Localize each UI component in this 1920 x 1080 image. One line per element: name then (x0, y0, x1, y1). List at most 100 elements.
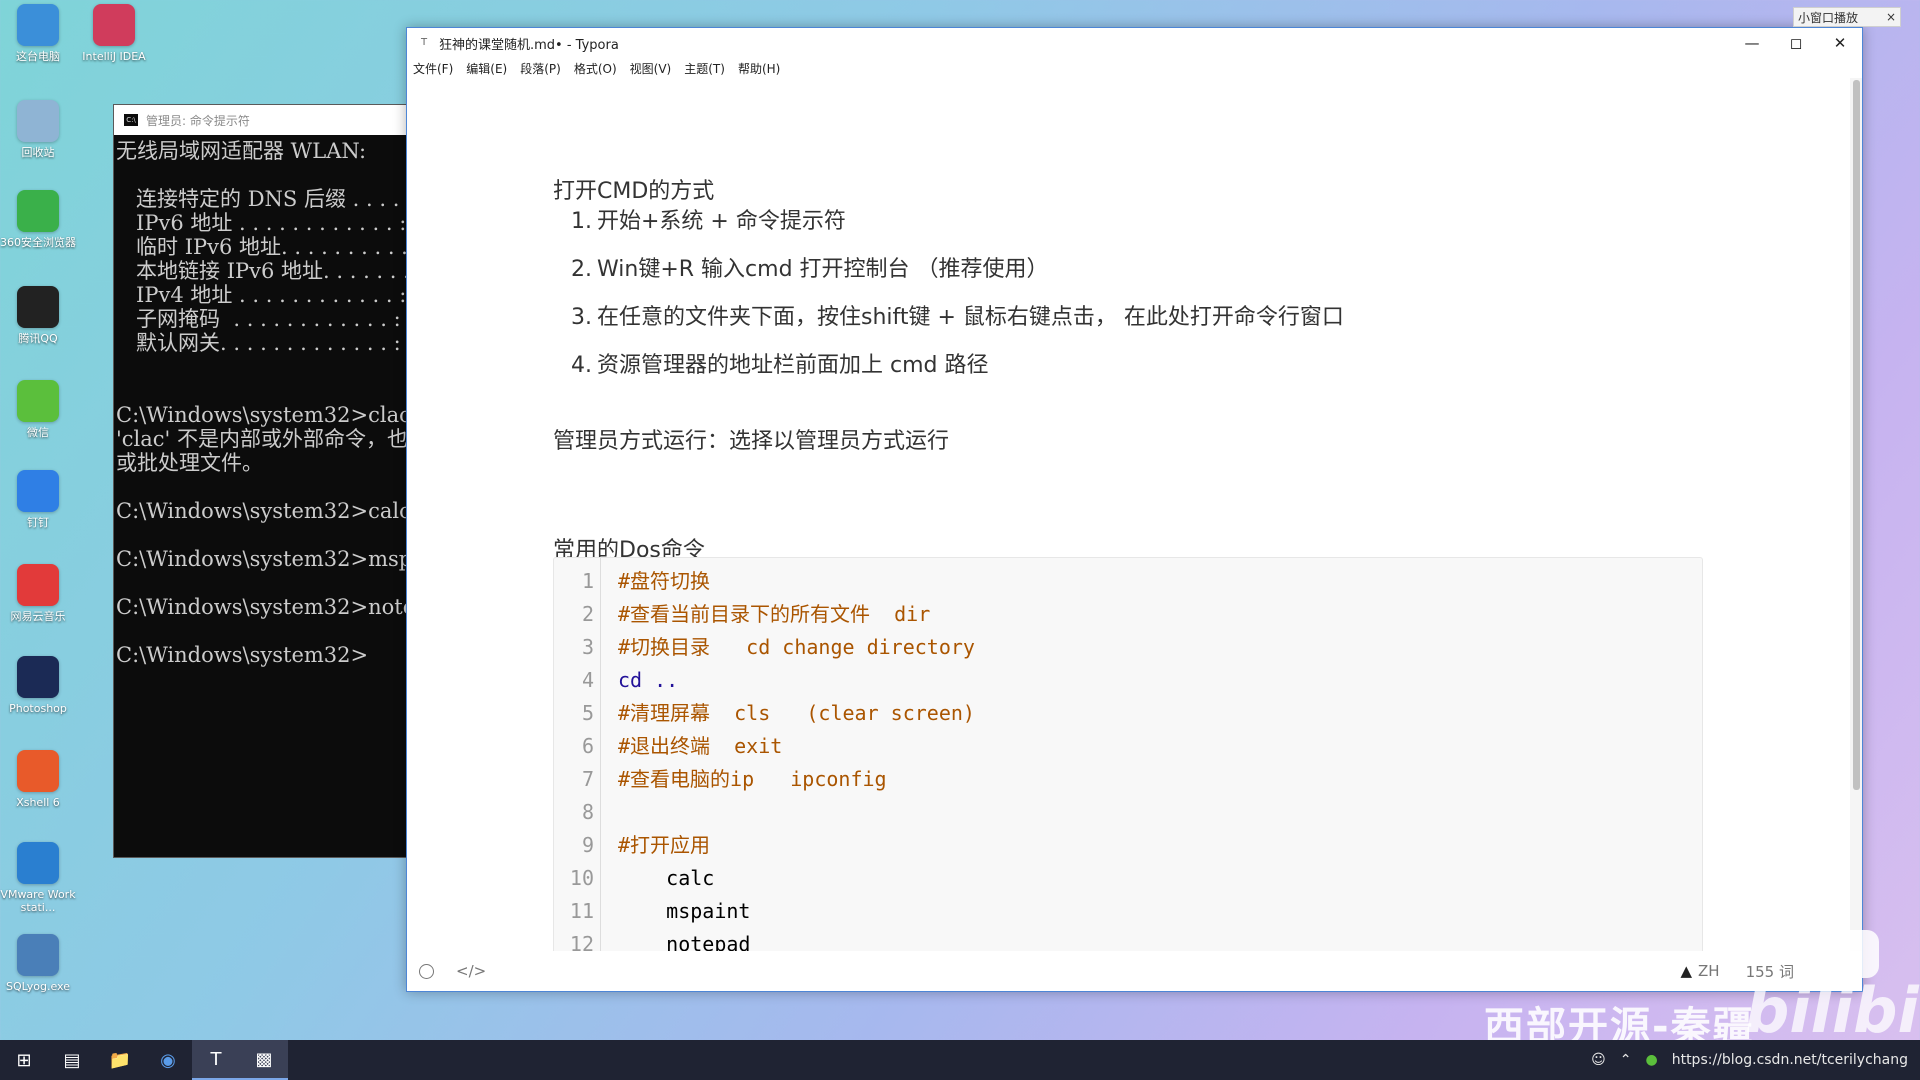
typora-app-icon: T (420, 37, 428, 48)
file-explorer-icon[interactable]: 📁 (96, 1040, 144, 1080)
code-text: #打开应用 (618, 833, 711, 857)
cmd-output[interactable]: 无线局域网适配器 WLAN: 连接特定的 DNS 后缀 . . . . . . … (114, 135, 414, 667)
cmd-line: C:\Windows\system32> (116, 643, 369, 667)
cmd-line: C:\Windows\system32>calc (116, 499, 411, 523)
code-text: #查看当前目录下的所有文件 dir (618, 602, 931, 626)
source-code-mode-icon[interactable]: </> (456, 962, 486, 980)
maximize-button[interactable]: ◻ (1774, 28, 1818, 58)
cmd-line: 默认网关. . . . . . . . . . . . . : (116, 331, 401, 355)
list-number: 1. (571, 209, 592, 234)
mini-window-close-icon[interactable]: × (1886, 10, 1896, 24)
line-number: 8 (581, 800, 594, 824)
typora-window[interactable]: T 狂神的课堂随机.md• - Typora — ◻ ✕ 文件(F) 编辑(E) 段… (406, 27, 1863, 992)
cmd-line: C:\Windows\system32>notepad (116, 595, 414, 619)
code-text: #退出终端 exit (618, 734, 783, 758)
browser-icon[interactable]: ◉ (144, 1040, 192, 1080)
desktop-icon-10[interactable]: VMware Workstati... (0, 842, 76, 914)
line-number: 10 (569, 866, 594, 890)
menu-item-2[interactable]: 段落(P) (520, 60, 561, 77)
menu-item-6[interactable]: 帮助(H) (738, 60, 780, 77)
desktop-icon-3[interactable]: 360安全浏览器 (0, 190, 76, 249)
cmd-line: 或批处理文件。 (116, 451, 263, 475)
code-text: #切换目录 cd change directory (618, 635, 975, 659)
cmd-line: IPv4 地址 . . . . . . . . . . . . : (116, 283, 407, 307)
cmd-titlebar[interactable]: C:\ 管理员: 命令提示符 (114, 105, 414, 135)
bilibili-logo: bilibili (1745, 974, 1920, 1047)
desktop-icon-6[interactable]: 钉钉 (0, 470, 76, 529)
menu-item-1[interactable]: 编辑(E) (466, 60, 507, 77)
desktop-icon-8[interactable]: Photoshop (0, 656, 76, 715)
cmd-line: 无线局域网适配器 WLAN: (116, 139, 367, 163)
line-number: 9 (581, 833, 594, 857)
menu-item-5[interactable]: 主题(T) (684, 60, 725, 77)
list-item: 2. Win键+R 输入cmd 打开控制台 （推荐使用） (571, 246, 1344, 294)
tray-expand-icon[interactable]: ⌃ (1620, 1052, 1632, 1068)
editor-content[interactable]: 打开CMD的方式 1. 开始+系统 + 命令提示符 2. Win键+R 输入cmd 打… (407, 78, 1850, 951)
menu-item-4[interactable]: 视图(V) (630, 60, 672, 77)
desktop-icon-5[interactable]: 微信 (0, 380, 76, 439)
dingtalk-icon (17, 470, 59, 512)
typora-titlebar[interactable]: T 狂神的课堂随机.md• - Typora — ◻ ✕ (407, 28, 1862, 58)
scrollbar-thumb[interactable] (1853, 80, 1860, 790)
language-label: ZH (1698, 962, 1720, 980)
code-block[interactable]: 1 #盘符切换 2 #查看当前目录下的所有文件 dir 3 #切换目录 cd change… (553, 557, 1703, 951)
system-tray: ☺ ⌃ ● https://blog.csdn.net/tcerilychang (1591, 1040, 1908, 1080)
photoshop-icon (17, 656, 59, 698)
admin-paragraph: 管理员方式运行：选择以管理员方式运行 (553, 429, 950, 454)
cmd-line: C:\Windows\system32>clac (116, 403, 411, 427)
browser-360-icon (17, 190, 59, 232)
desktop-icon-2[interactable]: 回收站 (0, 100, 76, 159)
cmd-line (116, 163, 414, 187)
line-number: 7 (581, 767, 594, 791)
cmd-taskbar-icon[interactable]: ▩ (240, 1040, 288, 1080)
list-text: 在任意的文件夹下面，按住shift键 + 鼠标右键点击， 在此处打开命令行窗口 (597, 305, 1344, 330)
desktop-icon-label: VMware Workstati... (0, 888, 76, 914)
cmd-line (116, 475, 414, 499)
desktop-icon-0[interactable]: 这台电脑 (0, 4, 76, 63)
cmd-line: 'clac' 不是内部或外部命令，也不是可运行的程序 (116, 427, 414, 451)
cmd-title: 管理员: 命令提示符 (146, 113, 250, 128)
editor-scrollbar[interactable] (1850, 78, 1862, 951)
list-item: 4. 资源管理器的地址栏前面加上 cmd 路径 (571, 342, 1344, 390)
list-text: Win键+R 输入cmd 打开控制台 （推荐使用） (597, 257, 1049, 282)
start-button[interactable]: ⊞ (0, 1040, 48, 1080)
cmd-window[interactable]: C:\ 管理员: 命令提示符 无线局域网适配器 WLAN: 连接特定的 DNS … (113, 104, 415, 858)
xshell-icon (17, 750, 59, 792)
typora-taskbar-icon[interactable]: T (192, 1040, 240, 1080)
mini-window-button[interactable]: 小窗口播放 × (1793, 7, 1901, 27)
desktop-icon-label: SQLyog.exe (6, 980, 70, 993)
minimize-button[interactable]: — (1730, 28, 1774, 58)
desktop-icon-1[interactable]: IntelliJ IDEA (76, 4, 152, 63)
spellcheck-status[interactable]: ▲ ZH (1680, 962, 1719, 980)
cmd-app-icon: C:\ (124, 114, 138, 126)
typora-footer: </> ▲ ZH 155 词 (407, 951, 1862, 991)
recycle-bin-icon (17, 100, 59, 142)
line-number: 12 (569, 932, 594, 951)
ordered-list: 1. 开始+系统 + 命令提示符 2. Win键+R 输入cmd 打开控制台 （推荐使… (571, 198, 1344, 390)
sidebar-toggle-icon[interactable] (419, 963, 434, 979)
close-button[interactable]: ✕ (1818, 28, 1862, 58)
cmd-line: 临时 IPv6 地址. . . . . . . . . . : (116, 235, 415, 259)
list-item: 3. 在任意的文件夹下面，按住shift键 + 鼠标右键点击， 在此处打开命令行窗… (571, 294, 1344, 342)
desktop-icon-7[interactable]: 网易云音乐 (0, 564, 76, 623)
wechat-tray-icon[interactable]: ● (1645, 1052, 1657, 1068)
menu-item-3[interactable]: 格式(O) (574, 60, 617, 77)
desktop-icon-11[interactable]: SQLyog.exe (0, 934, 76, 993)
qq-icon (17, 286, 59, 328)
cmd-line: 本地链接 IPv6 地址. . . . . . . . : (116, 259, 415, 283)
people-icon[interactable]: ☺ (1591, 1052, 1606, 1068)
typora-title: 狂神的课堂随机.md• - Typora (439, 37, 619, 53)
desktop-icon-label: 钉钉 (27, 516, 49, 529)
menu-item-0[interactable]: 文件(F) (413, 60, 453, 77)
list-text: 开始+系统 + 命令提示符 (597, 209, 846, 234)
wechat-icon (17, 380, 59, 422)
desktop-icon-4[interactable]: 腾讯QQ (0, 286, 76, 345)
cmd-line (116, 571, 414, 595)
line-number: 1 (581, 569, 594, 593)
task-view-icon[interactable]: ▤ (48, 1040, 96, 1080)
mini-window-label: 小窗口播放 (1798, 10, 1859, 25)
intellij-icon (93, 4, 135, 46)
desktop-icon-label: 腾讯QQ (18, 332, 58, 345)
desktop-icon-9[interactable]: Xshell 6 (0, 750, 76, 809)
vmware-icon (17, 842, 59, 884)
